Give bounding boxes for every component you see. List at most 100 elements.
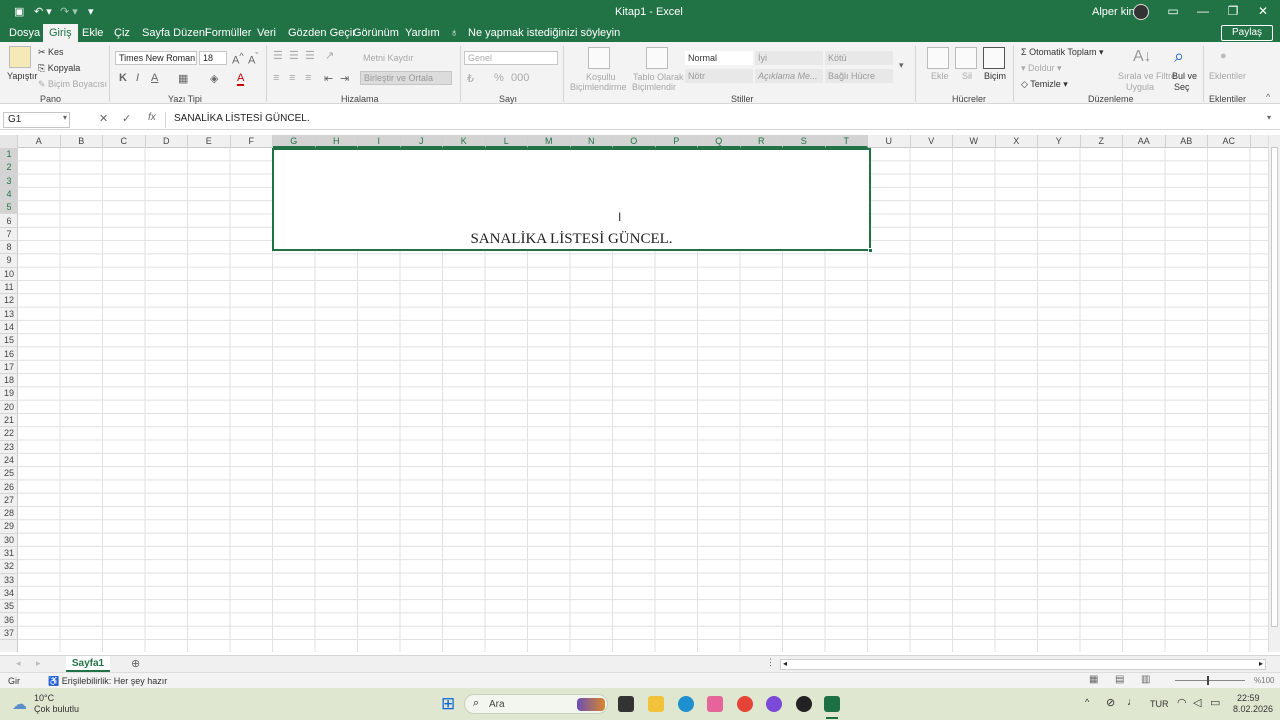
style-normal[interactable]: Normal — [685, 51, 753, 65]
column-header-d[interactable]: D — [146, 135, 188, 148]
format-table-label-2[interactable]: Biçimlendir — [632, 82, 676, 92]
insert-function-icon[interactable]: fx — [148, 112, 156, 123]
column-header-f[interactable]: F — [231, 135, 273, 148]
horizontal-scrollbar[interactable]: ◂ ▸ — [780, 659, 1266, 670]
column-header-x[interactable]: X — [996, 135, 1038, 148]
collapse-ribbon-icon[interactable]: ^ — [1266, 92, 1270, 102]
row-header-15[interactable]: 15 — [0, 334, 18, 348]
insert-cells-button[interactable]: Ekle — [931, 71, 949, 81]
column-header-c[interactable]: C — [103, 135, 146, 148]
name-box[interactable]: G1 — [3, 112, 70, 128]
cancel-icon[interactable]: ✕ — [99, 112, 108, 125]
column-header-m[interactable]: M — [528, 135, 571, 148]
row-header-13[interactable]: 13 — [0, 308, 18, 321]
row-header-12[interactable]: 12 — [0, 294, 18, 308]
mic-icon[interactable]: ♩ — [1127, 696, 1138, 708]
scroll-right-icon[interactable]: ▸ — [1259, 659, 1263, 668]
style-linked[interactable]: Bağlı Hücre — [825, 69, 893, 83]
row-header-29[interactable]: 29 — [0, 520, 18, 534]
delete-cells-button[interactable]: Sil — [962, 71, 972, 81]
weather-icon[interactable]: ☁ — [12, 695, 27, 713]
network-icon[interactable]: ⊘ — [1106, 696, 1115, 709]
row-header-8[interactable]: 8 — [0, 241, 18, 255]
style-explanatory[interactable]: Açıklama Me... — [755, 69, 823, 83]
sheet-tab-sayfa1[interactable]: Sayfa1 — [66, 656, 110, 672]
font-color-icon[interactable]: A — [237, 72, 245, 86]
number-format-select[interactable]: Genel — [464, 51, 558, 65]
paste-button[interactable]: Yapıştır — [7, 71, 37, 81]
column-header-ab[interactable]: AB — [1166, 135, 1208, 148]
row-header-10[interactable]: 10 — [0, 268, 18, 281]
namebox-dropdown-icon[interactable]: ▾ — [63, 113, 67, 122]
row-header-25[interactable]: 25 — [0, 467, 18, 481]
next-sheet-icon[interactable]: ▸ — [36, 658, 41, 669]
decrease-indent-icon[interactable]: ⇤ — [324, 72, 333, 85]
row-header-11[interactable]: 11 — [0, 281, 18, 295]
fill-button[interactable]: ▾ Doldur ▾ — [1021, 63, 1062, 74]
align-left-icon[interactable]: ≡ — [273, 72, 279, 84]
merge-center-button[interactable]: Birleştir ve Ortala — [360, 71, 452, 85]
column-header-y[interactable]: Y — [1038, 135, 1081, 148]
column-header-i[interactable]: I — [358, 135, 401, 148]
row-header-34[interactable]: 34 — [0, 587, 18, 601]
tab-insert[interactable]: Ekle — [82, 27, 103, 39]
addins-button[interactable]: Eklentiler — [1209, 71, 1246, 81]
split-handle-icon[interactable]: ⋮ — [766, 657, 775, 668]
column-header-o[interactable]: O — [613, 135, 656, 148]
zoom-slider-thumb[interactable] — [1207, 676, 1209, 685]
vertical-scrollbar[interactable] — [1268, 135, 1280, 652]
row-header-21[interactable]: 21 — [0, 414, 18, 428]
undo-icon[interactable]: ↶ ▾ — [34, 5, 52, 18]
row-header-31[interactable]: 31 — [0, 547, 18, 561]
tab-review[interactable]: Gözden Geçir — [288, 27, 356, 39]
row-header-24[interactable]: 24 — [0, 454, 18, 468]
style-neutral[interactable]: Nötr — [685, 69, 753, 83]
conditional-format-icon[interactable] — [588, 47, 610, 69]
column-header-w[interactable]: W — [953, 135, 996, 148]
insert-cells-icon[interactable] — [927, 47, 949, 69]
language-indicator[interactable]: TUR — [1150, 699, 1169, 709]
chrome-icon[interactable] — [737, 696, 753, 712]
tab-draw[interactable]: Çiz — [114, 27, 130, 39]
format-table-icon[interactable] — [646, 47, 668, 69]
row-header-5[interactable]: 5 — [0, 201, 18, 215]
tray-overflow-icon[interactable]: ^ — [1085, 697, 1089, 707]
row-header-27[interactable]: 27 — [0, 494, 18, 508]
style-bad[interactable]: Kötü — [825, 51, 893, 65]
close-button[interactable]: ✕ — [1248, 0, 1278, 24]
row-header-4[interactable]: 4 — [0, 187, 18, 202]
align-top-icon[interactable]: ☰ — [273, 49, 283, 62]
add-sheet-icon[interactable]: ⊕ — [131, 657, 140, 670]
wrap-text-button[interactable]: Metni Kaydır — [363, 53, 414, 63]
row-header-14[interactable]: 14 — [0, 321, 18, 335]
enter-icon[interactable]: ✓ — [122, 112, 131, 125]
search-box[interactable]: ⌕ Ara — [464, 694, 608, 714]
normal-view-icon[interactable]: ▦ — [1089, 674, 1098, 685]
column-header-h[interactable]: H — [315, 135, 358, 148]
row-header-1[interactable]: 1 — [0, 148, 18, 162]
row-header-7[interactable]: 7 — [0, 228, 18, 242]
row-header-18[interactable]: 18 — [0, 374, 18, 388]
wifi-icon[interactable]: ◠ — [1177, 696, 1187, 709]
paste-icon[interactable] — [9, 46, 31, 68]
merged-cell-g1[interactable]: SANALİKA LİSTESİ GÜNCEL. — [272, 148, 873, 253]
share-button[interactable]: Paylaş — [1221, 25, 1273, 41]
tab-help[interactable]: Yardım — [405, 27, 440, 39]
tab-file[interactable]: Dosya — [9, 27, 40, 39]
customize-toolbar-icon[interactable]: ▾ — [88, 5, 94, 18]
underline-icon[interactable]: A — [151, 72, 158, 84]
column-header-q[interactable]: Q — [698, 135, 741, 148]
find-select-label-1[interactable]: Bul ve — [1172, 71, 1197, 81]
column-header-v[interactable]: V — [911, 135, 953, 148]
row-header-17[interactable]: 17 — [0, 361, 18, 375]
addins-icon[interactable]: ● — [1220, 50, 1227, 62]
clear-button[interactable]: ◇ Temizle ▾ — [1021, 79, 1068, 90]
ribbon-display-icon[interactable]: ▭ — [1158, 0, 1188, 24]
column-header-s[interactable]: S — [783, 135, 826, 148]
autosum-button[interactable]: Σ Otomatik Toplam ▾ — [1021, 47, 1103, 58]
column-header-j[interactable]: J — [400, 135, 443, 148]
increase-indent-icon[interactable]: ⇥ — [340, 72, 349, 85]
find-select-label-2[interactable]: Seç — [1174, 82, 1190, 92]
tab-formulas[interactable]: Formüller — [205, 27, 251, 39]
column-header-r[interactable]: R — [740, 135, 783, 148]
